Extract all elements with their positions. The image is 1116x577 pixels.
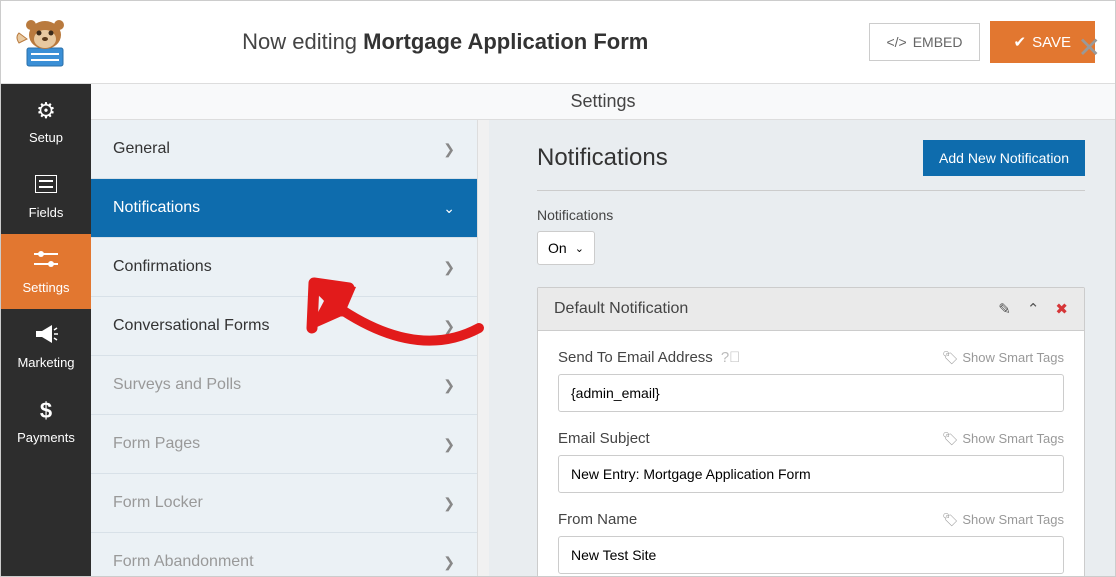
submenu-item-general[interactable]: General ❯ — [91, 120, 477, 179]
from-name-input[interactable] — [558, 536, 1064, 574]
submenu-scrollbar[interactable] — [477, 120, 489, 576]
notification-card: Default Notification ✎ ⌃ ✖ Send To Email… — [537, 287, 1085, 576]
chevron-right-icon: ❯ — [443, 436, 455, 453]
collapse-icon[interactable]: ⌃ — [1027, 300, 1040, 318]
panel-header: Notifications Add New Notification — [537, 140, 1085, 191]
chevron-right-icon: ❯ — [443, 377, 455, 394]
close-button[interactable]: ✕ — [1078, 31, 1101, 64]
chevron-right-icon: ❯ — [443, 554, 455, 571]
gear-icon: ⚙ — [5, 98, 87, 124]
sidebar-item-marketing[interactable]: Marketing — [1, 309, 91, 384]
sidebar-item-fields[interactable]: Fields — [1, 159, 91, 234]
send-to-input[interactable] — [558, 374, 1064, 412]
submenu-item-conversational[interactable]: Conversational Forms ❯ — [91, 297, 477, 356]
tag-icon: 🏷 — [942, 350, 959, 366]
form-name: Mortgage Application Form — [363, 29, 648, 54]
submenu-item-notifications[interactable]: Notifications ⌄ — [91, 179, 477, 238]
chevron-down-icon: ⌄ — [575, 242, 584, 255]
chevron-right-icon: ❯ — [443, 318, 455, 335]
embed-button[interactable]: </> EMBED — [869, 23, 979, 61]
sidebar-item-settings[interactable]: Settings — [1, 234, 91, 309]
chevron-right-icon: ❯ — [443, 495, 455, 512]
smart-tags-toggle[interactable]: 🏷 Show Smart Tags — [942, 512, 1064, 528]
notifications-toggle-label: Notifications — [537, 207, 1085, 223]
tag-icon: 🏷 — [942, 512, 959, 528]
submenu-item-formpages[interactable]: Form Pages ❯ — [91, 415, 477, 474]
panel-title: Notifications — [537, 144, 668, 172]
smart-tags-toggle[interactable]: 🏷 Show Smart Tags — [942, 350, 1064, 366]
subject-input[interactable] — [558, 455, 1064, 493]
card-header: Default Notification ✎ ⌃ ✖ — [538, 288, 1084, 331]
icon-sidebar: ⚙ Setup Fields Settings Marketing $ Paym… — [1, 84, 91, 576]
settings-title-bar: Settings — [91, 84, 1115, 120]
main-panel: Notifications Add New Notification Notif… — [507, 120, 1115, 576]
sidebar-item-payments[interactable]: $ Payments — [1, 384, 91, 459]
help-icon[interactable]: ?⃝ — [721, 349, 741, 366]
add-notification-button[interactable]: Add New Notification — [923, 140, 1085, 176]
sidebar-item-setup[interactable]: ⚙ Setup — [1, 84, 91, 159]
list-icon — [5, 173, 87, 199]
app-logo — [13, 13, 73, 68]
submenu-item-abandonment[interactable]: Form Abandonment ❯ — [91, 533, 477, 576]
chevron-right-icon: ❯ — [443, 141, 455, 158]
from-name-label: From Name — [558, 511, 637, 528]
dollar-icon: $ — [5, 398, 87, 424]
bullhorn-icon — [5, 323, 87, 349]
settings-submenu: General ❯ Notifications ⌄ Confirmations … — [91, 120, 477, 576]
notifications-toggle-select[interactable]: On ⌄ — [537, 231, 595, 265]
submenu-item-formlocker[interactable]: Form Locker ❯ — [91, 474, 477, 533]
code-icon: </> — [886, 34, 906, 50]
smart-tags-toggle[interactable]: 🏷 Show Smart Tags — [942, 431, 1064, 447]
tag-icon: 🏷 — [942, 431, 959, 447]
edit-icon[interactable]: ✎ — [998, 300, 1011, 318]
send-to-label: Send To Email Address ?⃝ — [558, 349, 740, 366]
submenu-item-confirmations[interactable]: Confirmations ❯ — [91, 238, 477, 297]
subject-label: Email Subject — [558, 430, 650, 447]
submenu-item-surveys[interactable]: Surveys and Polls ❯ — [91, 356, 477, 415]
card-title: Default Notification — [554, 300, 982, 318]
editing-prefix: Now editing — [242, 29, 363, 54]
chevron-right-icon: ❯ — [443, 259, 455, 276]
editing-label: Now editing Mortgage Application Form — [21, 29, 869, 55]
delete-icon[interactable]: ✖ — [1055, 300, 1068, 318]
top-bar: Now editing Mortgage Application Form </… — [1, 1, 1115, 84]
chevron-down-icon: ⌄ — [443, 200, 455, 217]
check-icon: ✔ — [1014, 33, 1027, 51]
sliders-icon — [5, 248, 87, 274]
